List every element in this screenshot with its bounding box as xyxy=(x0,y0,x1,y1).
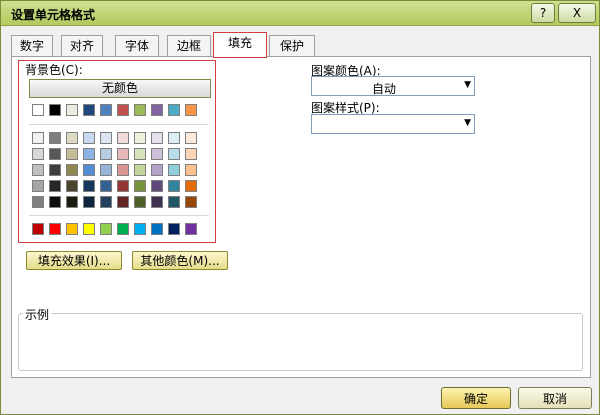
theme-color-swatch[interactable] xyxy=(32,104,44,116)
tint-color-swatch[interactable] xyxy=(168,164,180,176)
tab-alignment[interactable]: 对齐 xyxy=(61,35,103,56)
tint-color-swatch[interactable] xyxy=(185,180,197,192)
tint-color-swatch[interactable] xyxy=(117,180,129,192)
tint-color-swatch[interactable] xyxy=(134,148,146,160)
tab-protection[interactable]: 保护 xyxy=(269,35,315,56)
tint-color-swatch[interactable] xyxy=(32,180,44,192)
tint-color-swatch[interactable] xyxy=(66,196,78,208)
theme-color-swatch[interactable] xyxy=(134,104,146,116)
tint-color-swatch[interactable] xyxy=(83,164,95,176)
format-cells-dialog: 设置单元格格式 ? X 数字 对齐 字体 边框 填充 保护 背景色(C): 无颜… xyxy=(0,0,600,415)
tint-color-swatch[interactable] xyxy=(185,148,197,160)
tint-color-swatch[interactable] xyxy=(134,180,146,192)
window-title: 设置单元格格式 xyxy=(11,8,96,22)
standard-color-swatch[interactable] xyxy=(49,223,61,235)
tint-color-swatch[interactable] xyxy=(83,180,95,192)
dropdown-arrow-icon: ▼ xyxy=(464,80,471,90)
close-button[interactable]: X xyxy=(558,3,596,23)
pattern-color-value: 自动 xyxy=(371,82,396,96)
help-icon: ? xyxy=(539,6,547,20)
tint-color-swatch[interactable] xyxy=(151,196,163,208)
tint-color-swatch[interactable] xyxy=(151,180,163,192)
dropdown-arrow-icon: ▼ xyxy=(464,118,471,128)
palette-separator xyxy=(29,215,209,216)
tint-color-swatch[interactable] xyxy=(168,148,180,160)
tint-color-swatch[interactable] xyxy=(168,132,180,144)
sample-box xyxy=(18,313,583,371)
tint-color-swatch[interactable] xyxy=(49,132,61,144)
tint-color-swatch[interactable] xyxy=(117,196,129,208)
theme-color-swatch[interactable] xyxy=(83,104,95,116)
tint-color-swatch[interactable] xyxy=(117,164,129,176)
no-color-button[interactable]: 无颜色 xyxy=(29,79,211,98)
tint-color-swatch[interactable] xyxy=(83,132,95,144)
tint-color-swatch[interactable] xyxy=(185,196,197,208)
tint-color-swatch[interactable] xyxy=(100,148,112,160)
tint-color-swatch[interactable] xyxy=(168,196,180,208)
standard-color-swatch[interactable] xyxy=(117,223,129,235)
tint-color-swatch[interactable] xyxy=(151,132,163,144)
standard-color-swatch[interactable] xyxy=(100,223,112,235)
tint-color-swatch[interactable] xyxy=(66,164,78,176)
tint-color-swatch[interactable] xyxy=(66,132,78,144)
theme-color-swatch[interactable] xyxy=(66,104,78,116)
theme-color-swatch[interactable] xyxy=(168,104,180,116)
tint-color-swatch[interactable] xyxy=(185,132,197,144)
tint-color-swatch[interactable] xyxy=(100,164,112,176)
tab-font[interactable]: 字体 xyxy=(115,35,159,56)
title-bar[interactable]: 设置单元格格式 ? X xyxy=(1,1,599,26)
tint-color-swatch[interactable] xyxy=(151,148,163,160)
standard-color-swatch[interactable] xyxy=(185,223,197,235)
theme-color-swatch[interactable] xyxy=(151,104,163,116)
tint-color-swatch[interactable] xyxy=(32,148,44,160)
cancel-button[interactable]: 取消 xyxy=(518,387,592,409)
theme-color-swatch[interactable] xyxy=(117,104,129,116)
tint-color-swatch[interactable] xyxy=(134,196,146,208)
standard-color-swatch[interactable] xyxy=(168,223,180,235)
tint-color-swatch[interactable] xyxy=(83,148,95,160)
sample-label: 示例 xyxy=(23,306,52,323)
tint-color-swatch[interactable] xyxy=(32,164,44,176)
standard-color-swatch[interactable] xyxy=(32,223,44,235)
tint-color-swatch[interactable] xyxy=(185,164,197,176)
tint-color-swatch[interactable] xyxy=(83,196,95,208)
tint-color-swatch[interactable] xyxy=(32,132,44,144)
tint-color-swatch[interactable] xyxy=(49,180,61,192)
tint-color-swatch[interactable] xyxy=(100,132,112,144)
ok-button[interactable]: 确定 xyxy=(441,387,511,409)
close-icon: X xyxy=(572,6,582,20)
tint-color-swatch[interactable] xyxy=(117,148,129,160)
theme-color-swatch[interactable] xyxy=(100,104,112,116)
tab-number[interactable]: 数字 xyxy=(11,35,53,56)
tab-border[interactable]: 边框 xyxy=(167,35,211,56)
tint-color-swatch[interactable] xyxy=(49,148,61,160)
tint-color-swatch[interactable] xyxy=(151,164,163,176)
fill-effects-button[interactable]: 填充效果(I)... xyxy=(26,251,122,270)
tint-color-swatch[interactable] xyxy=(134,132,146,144)
theme-color-swatch[interactable] xyxy=(185,104,197,116)
pattern-style-select[interactable]: ▼ xyxy=(311,114,475,134)
tab-fill[interactable]: 填充 xyxy=(213,32,267,58)
standard-color-swatch[interactable] xyxy=(66,223,78,235)
tint-color-swatch[interactable] xyxy=(134,164,146,176)
more-colors-button[interactable]: 其他颜色(M)... xyxy=(132,251,228,270)
theme-color-swatch[interactable] xyxy=(49,104,61,116)
help-button[interactable]: ? xyxy=(531,3,555,23)
standard-color-swatch[interactable] xyxy=(134,223,146,235)
tint-color-swatch[interactable] xyxy=(49,196,61,208)
tint-color-swatch[interactable] xyxy=(168,180,180,192)
standard-color-swatch[interactable] xyxy=(151,223,163,235)
background-color-label: 背景色(C): xyxy=(25,63,83,77)
tint-color-swatch[interactable] xyxy=(66,148,78,160)
palette-separator xyxy=(29,124,209,125)
pattern-color-select[interactable]: 自动 ▼ xyxy=(311,76,475,96)
standard-color-swatch[interactable] xyxy=(83,223,95,235)
tint-color-swatch[interactable] xyxy=(100,196,112,208)
tint-color-swatch[interactable] xyxy=(117,132,129,144)
tint-color-swatch[interactable] xyxy=(49,164,61,176)
tint-color-swatch[interactable] xyxy=(66,180,78,192)
tint-color-swatch[interactable] xyxy=(100,180,112,192)
tint-color-swatch[interactable] xyxy=(32,196,44,208)
